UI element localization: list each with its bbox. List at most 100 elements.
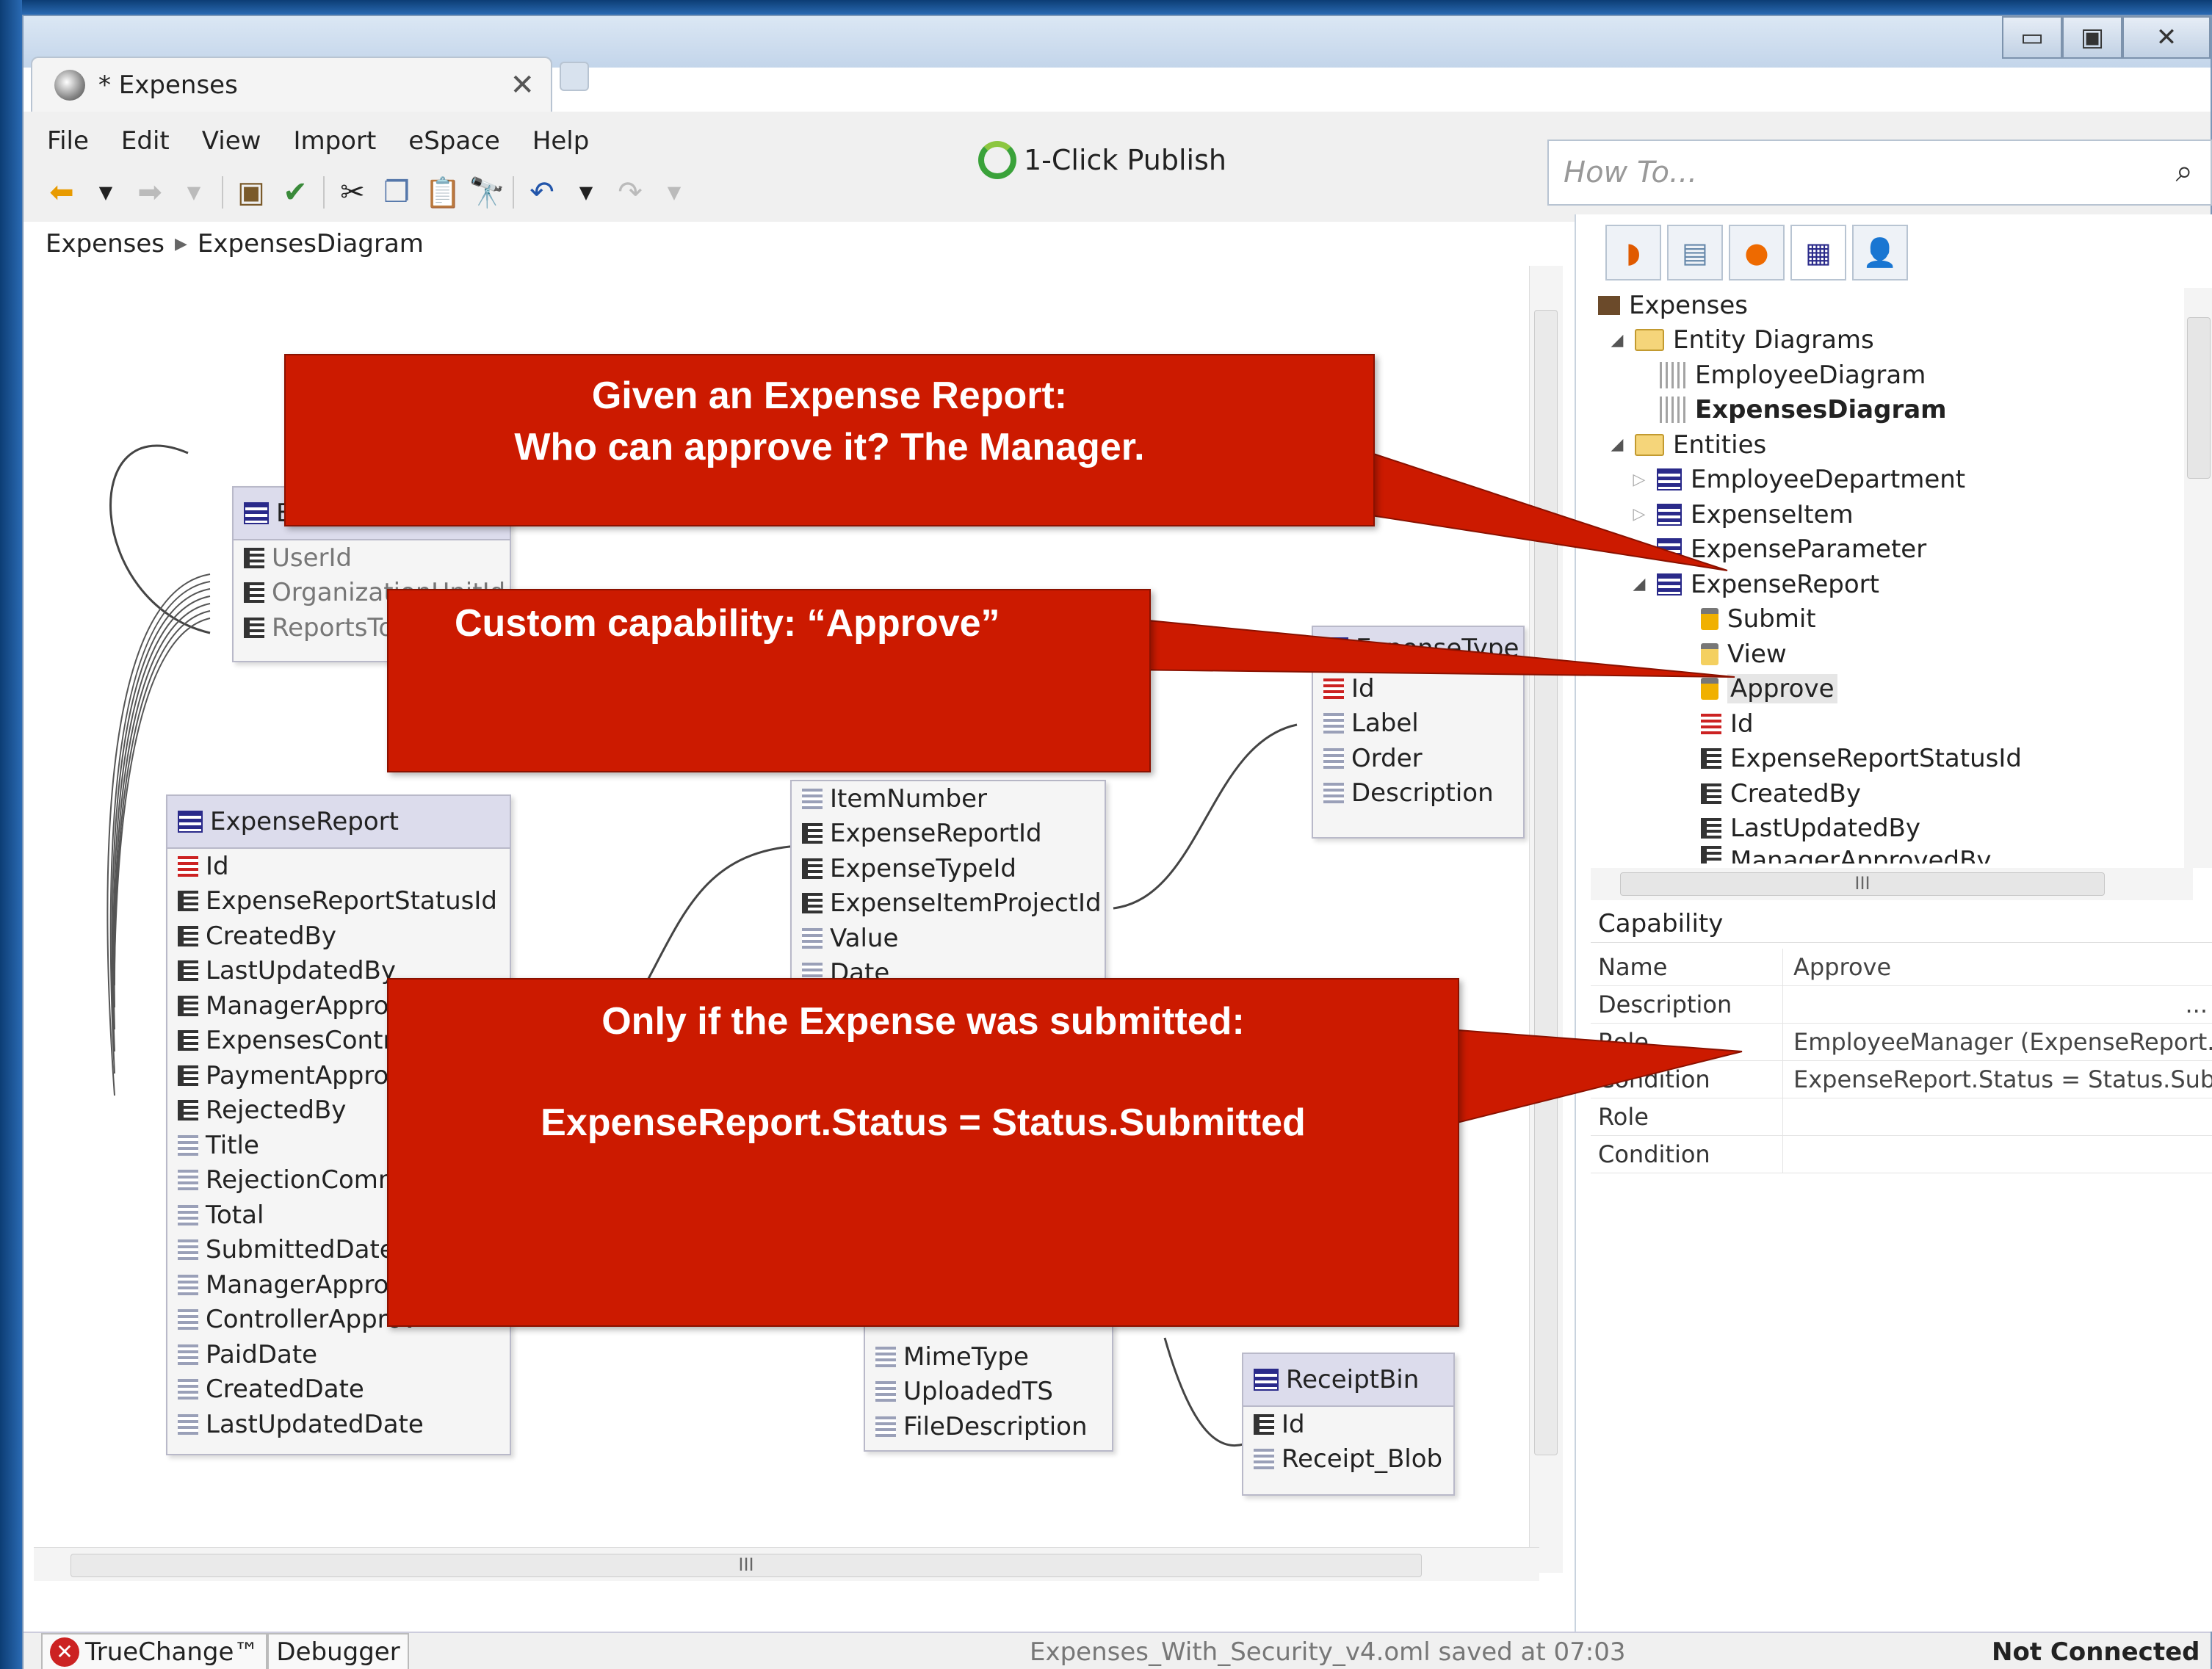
paste-icon[interactable]: 📋 [424,175,461,210]
save-icon[interactable]: ▣ [235,175,267,209]
attribute-row[interactable]: CreatedBy [167,919,510,954]
attribute-row[interactable]: Receipt_Blob [1243,1442,1453,1477]
property-row[interactable]: Condition [1591,1136,2212,1173]
one-click-publish-button[interactable]: 1-Click Publish [978,141,1226,179]
property-row[interactable]: Description... [1591,986,2212,1024]
tree-item-root[interactable]: Expenses [1598,288,2193,323]
redo-icon[interactable]: ↷ [614,175,646,209]
attribute-row[interactable]: UploadedTS [865,1375,1112,1410]
attribute-row[interactable]: UserId [234,540,510,576]
tab-interface[interactable]: ▤ [1667,225,1723,280]
canvas-horizontal-scrollbar[interactable]: III [34,1547,1539,1581]
scroll-thumb[interactable] [1534,310,1558,1455]
truechange-tab[interactable]: ✕ TrueChange™ [41,1632,268,1669]
dropdown-icon[interactable]: ▼ [658,182,690,203]
property-value[interactable]: ... [1783,986,2212,1023]
dropdown-icon[interactable]: ▼ [90,182,122,203]
dropdown-icon[interactable]: ▼ [570,182,602,203]
debugger-tab[interactable]: Debugger [267,1632,409,1669]
tree-item-attribute[interactable]: CreatedBy [1598,776,2193,811]
close-window-button[interactable]: ✕ [2122,16,2211,59]
attribute-row[interactable]: Value [792,921,1105,956]
howto-search-input[interactable]: How To... ⌕ [1547,140,2212,206]
document-tab[interactable]: * Expenses ✕ [31,57,552,112]
new-tab-button[interactable] [560,62,589,91]
minimize-button[interactable]: ▭ [2002,16,2062,59]
tree-item-diagram[interactable]: ExpensesDiagram [1598,393,2193,428]
tree-item-capability[interactable]: Submit [1598,602,2193,637]
menu-help[interactable]: Help [532,126,590,156]
property-value[interactable] [1783,1136,2212,1173]
attribute-row[interactable]: ItemNumber [792,781,1105,817]
property-row[interactable]: Role [1591,1098,2212,1136]
find-icon[interactable]: 🔭 [469,175,505,210]
attribute-row[interactable]: Order [1313,741,1523,776]
breadcrumb-root[interactable]: Expenses [46,229,165,258]
entity-receipt-bin[interactable]: ReceiptBin Id Receipt_Blob [1242,1353,1455,1496]
collapsed-arrow-icon[interactable]: ▷ [1630,471,1648,489]
tree-item-capability[interactable]: View [1598,637,2193,672]
tree-item-entity[interactable]: ◢ ExpenseReport [1598,567,2193,602]
attribute-row[interactable]: Id [167,849,510,884]
tree-item-attribute[interactable]: ManagerApprovedBy [1598,846,2193,864]
attribute-row[interactable]: ExpenseReportStatusId [167,884,510,919]
scroll-thumb[interactable] [2187,317,2211,479]
collapsed-arrow-icon[interactable]: ▷ [1630,540,1648,559]
tab-close-icon[interactable]: ✕ [510,68,535,102]
attribute-row[interactable]: MimeType [865,1339,1112,1375]
undo-icon[interactable]: ↶ [526,175,558,209]
attribute-row[interactable]: ExpenseTypeId [792,851,1105,886]
scroll-thumb[interactable]: III [71,1554,1422,1577]
expand-arrow-icon[interactable]: ◢ [1608,331,1626,350]
tree-item-diagram[interactable]: EmployeeDiagram [1598,358,2193,393]
expand-arrow-icon[interactable]: ◢ [1608,435,1626,454]
check-icon[interactable]: ✔ [279,175,311,209]
forward-icon[interactable]: ➡ [134,175,166,209]
tree-item-capability-selected[interactable]: Approve [1598,672,2193,707]
menu-edit[interactable]: Edit [121,126,170,156]
tree-item-entity[interactable]: ▷ ExpenseParameter [1598,532,2193,568]
attribute-row[interactable]: FileDescription [865,1409,1112,1444]
cut-icon[interactable]: ✂ [336,175,369,209]
maximize-button[interactable]: ▣ [2062,16,2122,59]
dropdown-icon[interactable]: ▼ [178,182,210,203]
attribute-row[interactable]: Description [1313,776,1523,811]
property-value[interactable]: Approve [1783,949,2212,985]
menu-import[interactable]: Import [293,126,376,156]
tree-item-entity[interactable]: ▷ EmployeeDepartment [1598,463,2193,498]
tree-horizontal-scrollbar[interactable]: III [1591,868,2193,900]
menu-espace[interactable]: eSpace [408,126,500,156]
tab-logic[interactable]: ● [1729,225,1785,280]
tree-item-attribute[interactable]: LastUpdatedBy [1598,811,2193,847]
property-row[interactable]: Role EmployeeManager (ExpenseReport.Cr [1591,1024,2212,1061]
tree-item-entities[interactable]: ◢ Entities [1598,427,2193,463]
attribute-row[interactable]: CreatedDate [167,1372,510,1408]
attribute-row[interactable]: ExpenseReportId [792,817,1105,852]
attribute-row[interactable]: LastUpdatedDate [167,1407,510,1442]
canvas-vertical-scrollbar[interactable] [1529,266,1563,1573]
attribute-row[interactable]: PaidDate [167,1337,510,1372]
attribute-row[interactable]: Id [1243,1407,1453,1442]
tree-item-entity-diagrams[interactable]: ◢ Entity Diagrams [1598,323,2193,358]
attribute-row[interactable]: Label [1313,706,1523,742]
expand-arrow-icon[interactable]: ◢ [1630,575,1648,593]
back-icon[interactable]: ⬅ [46,175,78,209]
tab-data[interactable]: ▦ [1790,225,1846,280]
property-row[interactable]: Name Approve [1591,949,2212,986]
tab-processes[interactable]: ◗ [1605,225,1661,280]
search-icon[interactable]: ⌕ [2175,153,2193,189]
entity-expense-type[interactable]: ExpenseType Id Label Order Description [1312,626,1525,839]
menu-view[interactable]: View [202,126,261,156]
copy-icon[interactable]: ❐ [380,175,413,209]
tree-item-entity[interactable]: ▷ ExpenseItem [1598,497,2193,532]
tree-item-attribute[interactable]: Id [1598,706,2193,742]
property-value[interactable]: EmployeeManager (ExpenseReport.Cr [1783,1024,2212,1060]
attribute-row[interactable]: Id [1313,671,1523,706]
menu-file[interactable]: File [47,126,89,156]
property-row[interactable]: Condition ExpenseReport.Status = Status.S… [1591,1061,2212,1098]
tab-users[interactable]: 👤 [1852,225,1908,280]
tree-item-attribute[interactable]: ExpenseReportStatusId [1598,742,2193,777]
property-value[interactable]: ExpenseReport.Status = Status.Submit [1783,1061,2212,1098]
collapsed-arrow-icon[interactable]: ▷ [1630,505,1648,524]
scroll-thumb[interactable]: III [1620,872,2105,896]
